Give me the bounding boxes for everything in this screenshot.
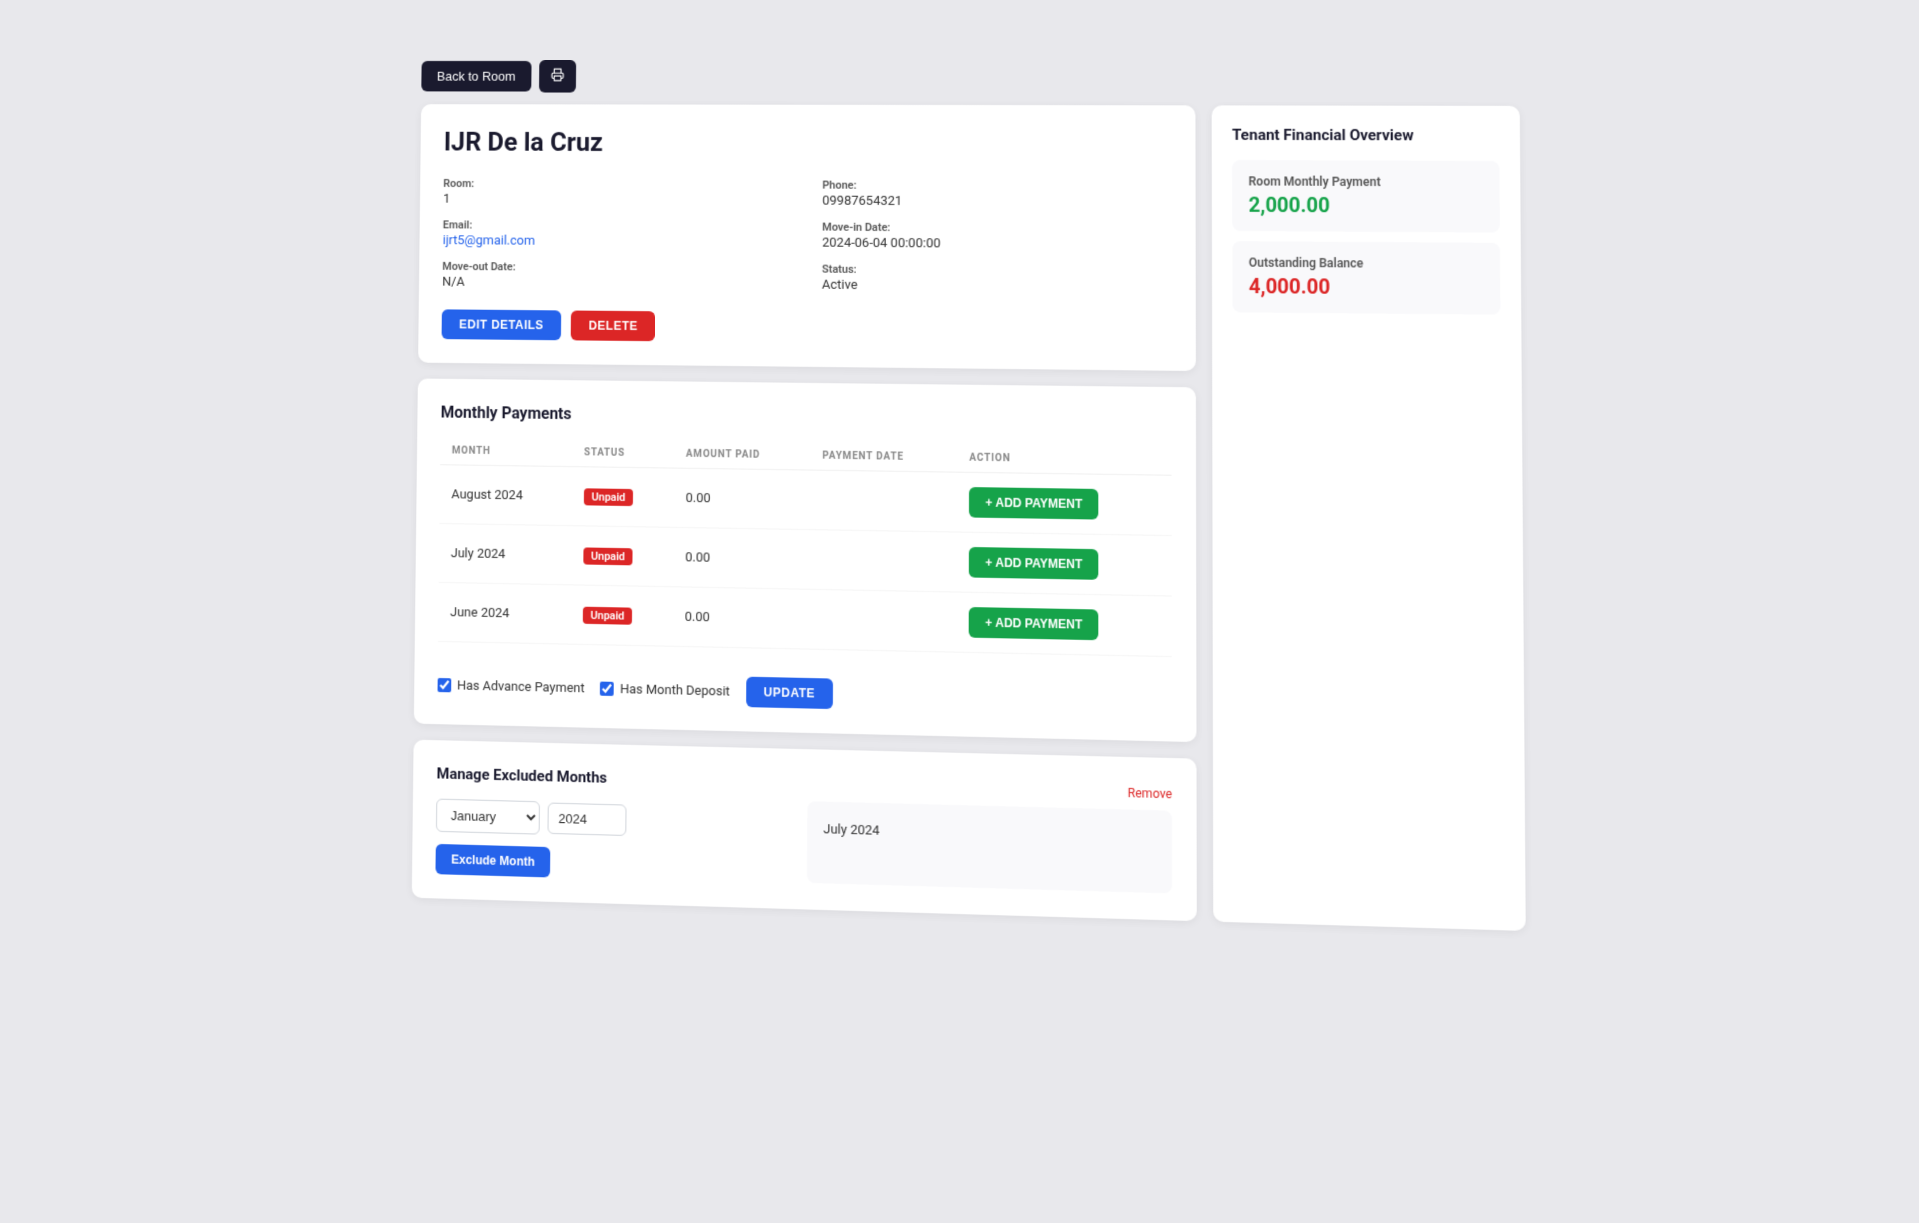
row-month: August 2024 [439, 465, 572, 526]
print-icon [550, 68, 564, 82]
tenant-actions: EDIT DETAILS DELETE [441, 309, 1171, 346]
row-amount: 0.00 [673, 468, 810, 530]
row-status: Unpaid [571, 526, 673, 587]
financial-card: Tenant Financial Overview Room Monthly P… [1211, 105, 1525, 931]
col-status: STATUS [572, 439, 674, 468]
row-amount: 0.00 [673, 527, 810, 589]
update-button[interactable]: UPDATE [745, 677, 832, 709]
status-label: Status: [821, 263, 1170, 279]
status-badge: Unpaid [583, 488, 633, 506]
has-advance-input[interactable] [437, 678, 451, 692]
status-badge: Unpaid [582, 606, 632, 624]
row-date [809, 530, 956, 592]
excluded-months-list: July 2024 [807, 801, 1172, 893]
room-field: Room: 1 [443, 177, 783, 208]
status-field: Status: Active [821, 263, 1170, 296]
has-deposit-label: Has Month Deposit [619, 681, 729, 699]
add-payment-button[interactable]: + ADD PAYMENT [969, 607, 1099, 640]
excluded-month-text: July 2024 [823, 822, 879, 839]
room-label: Room: [443, 177, 783, 191]
phone-label: Phone: [822, 179, 1171, 194]
month-select-row: JanuaryFebruaryMarchAprilMayJuneJulyAugu… [435, 799, 790, 842]
row-action: + ADD PAYMENT [957, 472, 1171, 535]
row-date [810, 470, 957, 532]
move-in-value: 2024-06-04 00:00:00 [822, 236, 1171, 253]
excluded-title: Manage Excluded Months [436, 764, 791, 791]
monthly-payment-label: Room Monthly Payment [1248, 174, 1482, 189]
status-badge: Unpaid [583, 547, 633, 565]
year-input[interactable] [547, 802, 626, 836]
edit-details-button[interactable]: EDIT DETAILS [441, 309, 561, 340]
add-payment-button[interactable]: + ADD PAYMENT [969, 487, 1098, 520]
phone-value: 09987654321 [822, 194, 1171, 211]
row-amount: 0.00 [672, 587, 809, 649]
payments-title: Monthly Payments [440, 403, 1171, 431]
excluded-months-card: Manage Excluded Months JanuaryFebruaryMa… [411, 740, 1196, 921]
top-bar: Back to Room [421, 60, 1519, 94]
row-action: + ADD PAYMENT [956, 592, 1171, 657]
row-month: July 2024 [438, 523, 571, 584]
tenant-info-grid: Room: 1 Phone: 09987654321 Email: ijrt5@… [442, 177, 1171, 296]
move-out-value: N/A [442, 275, 782, 293]
delete-button[interactable]: DELETE [570, 311, 655, 342]
main-content: IJR De la Cruz Room: 1 Phone: 0998765432… [411, 104, 1525, 931]
move-out-field: Move-out Date: N/A [442, 260, 782, 292]
outstanding-value: 4,000.00 [1248, 274, 1483, 300]
monthly-payments-card: Monthly Payments MONTH STATUS AMOUNT PAI… [413, 378, 1196, 742]
payments-table: MONTH STATUS AMOUNT PAID PAYMENT DATE AC… [438, 437, 1172, 657]
payment-options: Has Advance Payment Has Month Deposit UP… [437, 658, 1171, 717]
row-date [809, 589, 957, 652]
move-in-label: Move-in Date: [822, 221, 1171, 236]
outstanding-label: Outstanding Balance [1248, 255, 1483, 271]
has-advance-label: Has Advance Payment [456, 678, 584, 696]
back-to-room-button[interactable]: Back to Room [421, 61, 531, 92]
status-value: Active [821, 278, 1170, 296]
add-payment-button[interactable]: + ADD PAYMENT [969, 547, 1098, 580]
financial-title: Tenant Financial Overview [1232, 126, 1499, 145]
excluded-form: Manage Excluded Months JanuaryFebruaryMa… [435, 764, 791, 884]
has-deposit-input[interactable] [600, 682, 614, 696]
month-select[interactable]: JanuaryFebruaryMarchAprilMayJuneJulyAugu… [435, 799, 539, 835]
remove-link[interactable]: Remove [1127, 786, 1171, 802]
col-amount: AMOUNT PAID [674, 440, 810, 470]
has-deposit-checkbox[interactable]: Has Month Deposit [600, 681, 730, 699]
email-value: ijrt5@gmail.com [442, 233, 782, 250]
remove-link-container: Remove [807, 774, 1171, 803]
tenant-info-card: IJR De la Cruz Room: 1 Phone: 0998765432… [418, 104, 1196, 371]
col-action: ACTION [957, 444, 1171, 475]
monthly-payment-item: Room Monthly Payment 2,000.00 [1232, 160, 1500, 233]
excluded-grid: Manage Excluded Months JanuaryFebruaryMa… [435, 764, 1172, 895]
left-column: IJR De la Cruz Room: 1 Phone: 0998765432… [411, 104, 1196, 921]
row-month: June 2024 [438, 582, 571, 644]
excluded-list-panel: Remove July 2024 [806, 774, 1171, 896]
phone-field: Phone: 09987654321 [822, 179, 1171, 211]
email-field: Email: ijrt5@gmail.com [442, 218, 782, 250]
col-month: MONTH [440, 437, 572, 466]
row-status: Unpaid [571, 467, 673, 528]
move-out-label: Move-out Date: [442, 260, 782, 275]
outstanding-balance-item: Outstanding Balance 4,000.00 [1232, 241, 1500, 314]
table-row: June 2024 Unpaid 0.00 + ADD PAYMENT [438, 582, 1172, 656]
row-status: Unpaid [570, 585, 673, 646]
has-advance-checkbox[interactable]: Has Advance Payment [437, 677, 584, 695]
email-label: Email: [442, 218, 782, 233]
row-action: + ADD PAYMENT [957, 532, 1172, 596]
monthly-payment-value: 2,000.00 [1248, 193, 1483, 219]
room-value: 1 [443, 192, 783, 209]
move-in-field: Move-in Date: 2024-06-04 00:00:00 [822, 221, 1171, 253]
tenant-name: IJR De la Cruz [443, 128, 1171, 160]
excluded-month-item: July 2024 [823, 818, 1155, 851]
print-button[interactable] [538, 60, 575, 93]
exclude-month-button[interactable]: Exclude Month [435, 844, 550, 878]
col-date: PAYMENT DATE [810, 442, 957, 472]
